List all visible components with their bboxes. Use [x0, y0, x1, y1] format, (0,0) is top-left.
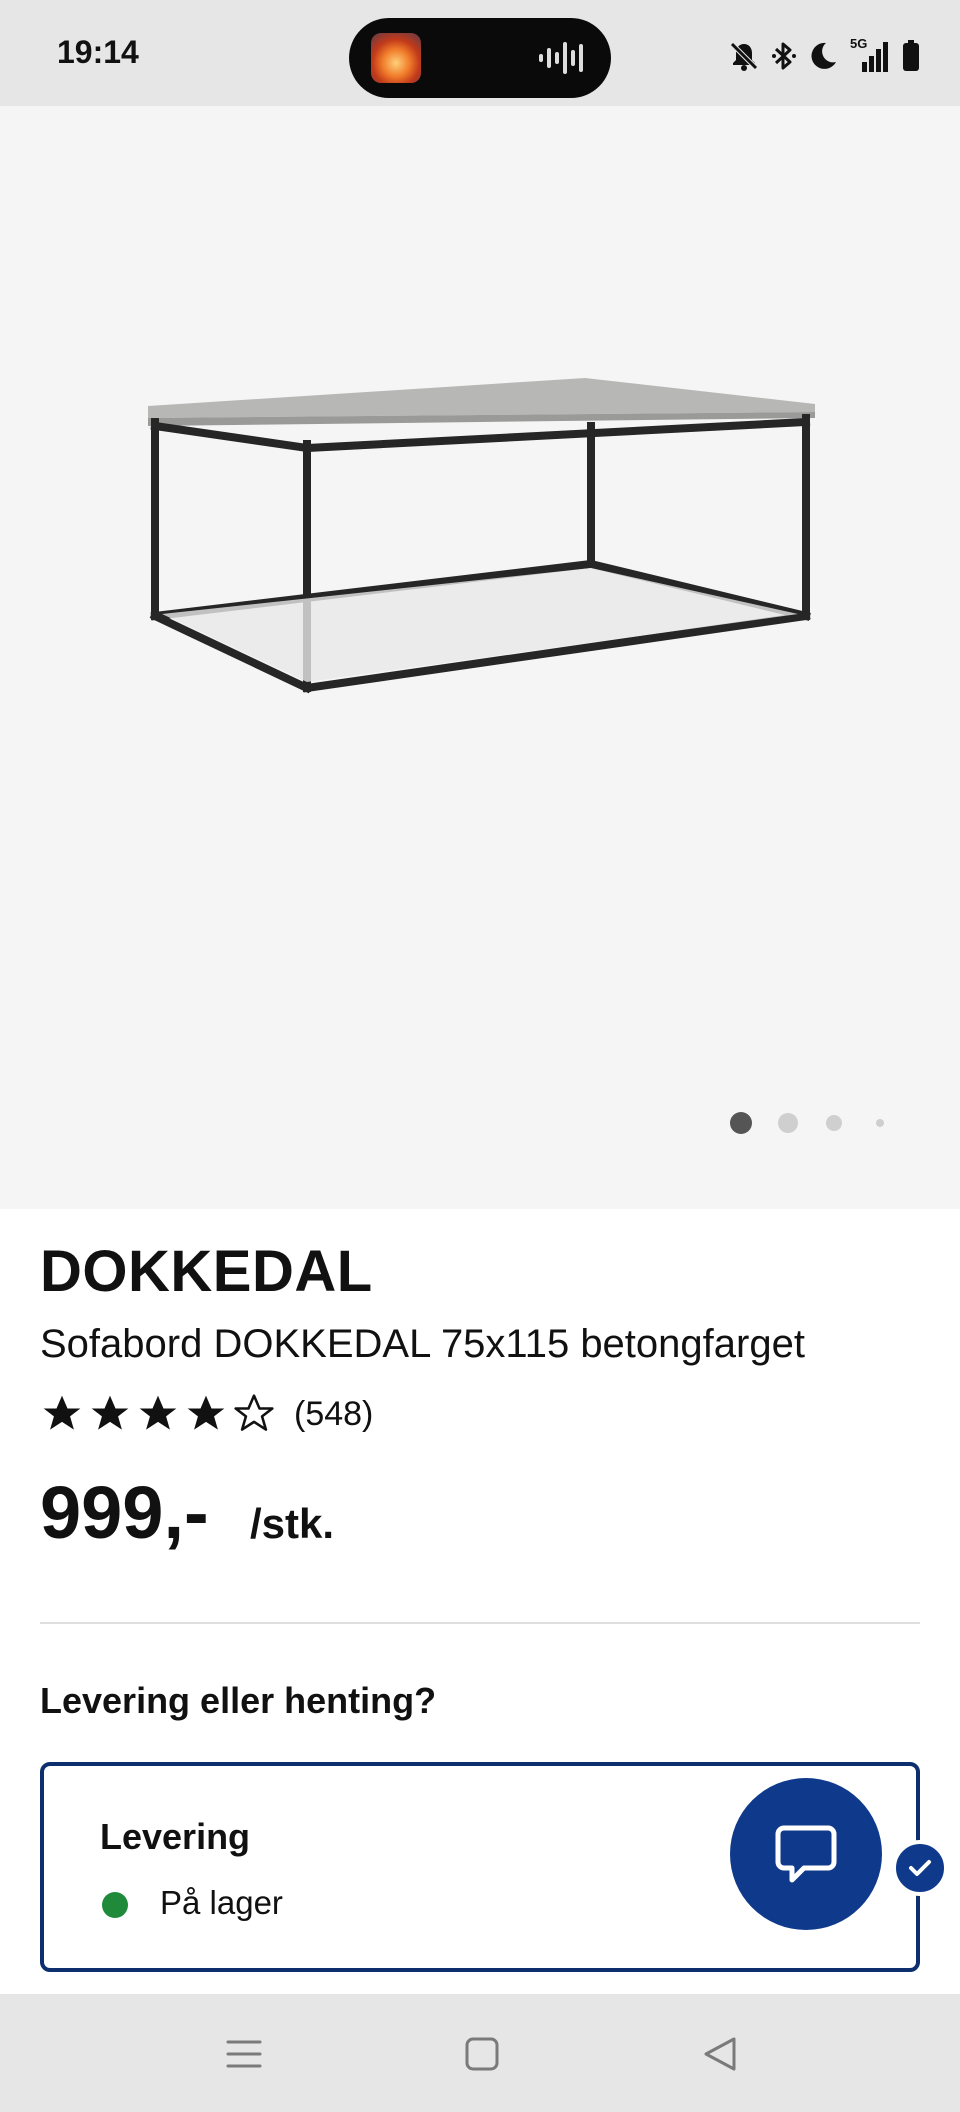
product-price: 999,-: [40, 1471, 209, 1554]
product-image-carousel[interactable]: [0, 106, 960, 1209]
stock-status-label: På lager: [160, 1884, 283, 1921]
status-icons: 5G: [728, 36, 920, 76]
home-button[interactable]: [452, 2024, 512, 2084]
carousel-dot[interactable]: [778, 1113, 798, 1133]
star-filled-icon: [91, 1395, 129, 1430]
selected-check-icon: [892, 1840, 948, 1896]
fulfilment-question: Levering eller henting?: [40, 1680, 437, 1721]
mute-icon: [730, 42, 758, 71]
audio-wave-icon: [539, 42, 583, 74]
system-nav-bar: [0, 1994, 960, 2112]
dynamic-island[interactable]: [349, 18, 611, 98]
carousel-indicator: [730, 1108, 884, 1138]
status-time: 19:14: [57, 34, 139, 70]
divider: [40, 1622, 920, 1624]
recent-apps-button[interactable]: [214, 2024, 274, 2084]
product-description: Sofabord DOKKEDAL 75x115 betongfarget: [40, 1322, 805, 1366]
back-button[interactable]: [690, 2024, 750, 2084]
rating[interactable]: (548): [40, 1392, 373, 1436]
product-brand: DOKKEDAL: [40, 1239, 373, 1304]
back-icon: [704, 2037, 736, 2071]
star-filled-icon: [139, 1395, 177, 1430]
star-filled-icon: [43, 1395, 81, 1430]
island-media-thumbnail[interactable]: [371, 33, 421, 83]
chat-button[interactable]: [730, 1778, 882, 1930]
menu-icon: [226, 2040, 262, 2068]
chat-bubble-icon: [775, 1825, 837, 1883]
5g-signal-icon: 5G: [848, 36, 892, 72]
price-unit: /stk.: [250, 1500, 335, 1547]
battery-icon: [903, 40, 919, 71]
home-icon: [465, 2037, 499, 2071]
star-filled-icon: [187, 1395, 225, 1430]
carousel-dot-active[interactable]: [730, 1112, 752, 1134]
carousel-dot[interactable]: [876, 1119, 884, 1127]
status-bar: 19:14 5G: [0, 0, 960, 106]
star-empty-icon: [234, 1394, 274, 1431]
review-count[interactable]: (548): [294, 1395, 373, 1434]
stock-status-dot: [102, 1892, 128, 1918]
product-image[interactable]: [140, 366, 820, 826]
delivery-option-title: Levering: [100, 1816, 251, 1857]
bluetooth-icon: [772, 42, 796, 70]
do-not-disturb-icon: [811, 42, 836, 69]
carousel-dot[interactable]: [826, 1115, 842, 1131]
